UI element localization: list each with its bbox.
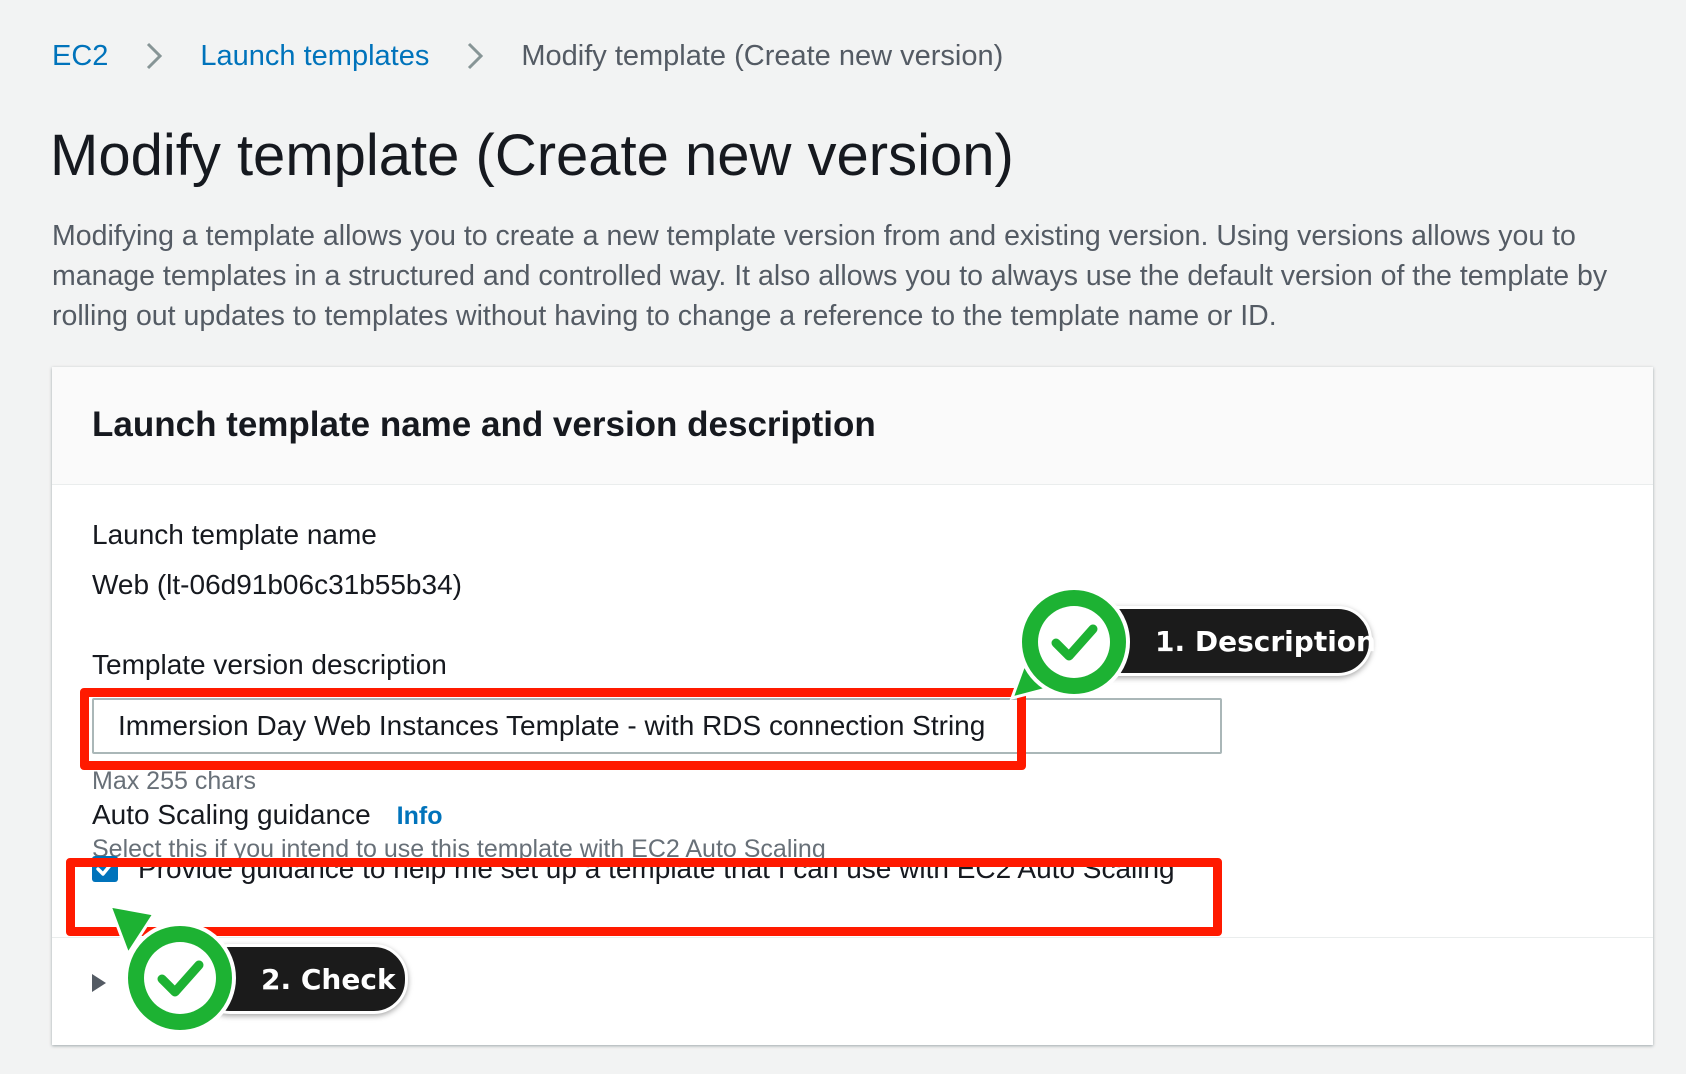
divider (52, 937, 1653, 938)
card-header: Launch template name and version descrip… (52, 367, 1653, 485)
checkmark-icon (96, 861, 114, 876)
callout-step2: 2. Check (196, 944, 408, 1014)
chevron-right-icon (451, 41, 499, 71)
page-description: Modifying a template allows you to creat… (52, 220, 1608, 332)
asg-guidance-checkbox[interactable] (92, 856, 118, 882)
info-link[interactable]: Info (397, 802, 443, 830)
callout-step1-label: 1. Description (1155, 624, 1376, 658)
version-description-input[interactable] (92, 698, 1222, 754)
callout-step1: 1. Description (1078, 606, 1376, 676)
asg-guidance-checkbox-row[interactable]: Provide guidance to help me set up a tem… (92, 849, 1175, 889)
breadcrumb: EC2 Launch templates Modify template (Cr… (52, 36, 1003, 76)
callout-step2-label: 2. Check (261, 962, 396, 996)
breadcrumb-launch-templates[interactable]: Launch templates (200, 40, 429, 73)
page-title: Modify template (Create new version) (50, 123, 1014, 188)
asg-guidance-title: Auto Scaling guidance (92, 799, 371, 830)
version-description-hint: Max 255 chars (92, 767, 256, 795)
breadcrumb-current: Modify template (Create new version) (521, 39, 1004, 72)
card-title: Launch template name and version descrip… (92, 405, 876, 444)
launch-template-name-value: Web (lt-06d91b06c31b55b34) (92, 569, 462, 600)
asg-guidance-label: Auto Scaling guidance Info (92, 799, 442, 831)
chevron-right-icon (130, 41, 178, 71)
asg-guidance-checkbox-label: Provide guidance to help me set up a tem… (138, 853, 1175, 884)
caret-right-icon (90, 972, 108, 999)
version-description-label: Template version description (92, 649, 447, 680)
breadcrumb-ec2[interactable]: EC2 (52, 40, 108, 73)
launch-template-name-label: Launch template name (92, 519, 377, 550)
